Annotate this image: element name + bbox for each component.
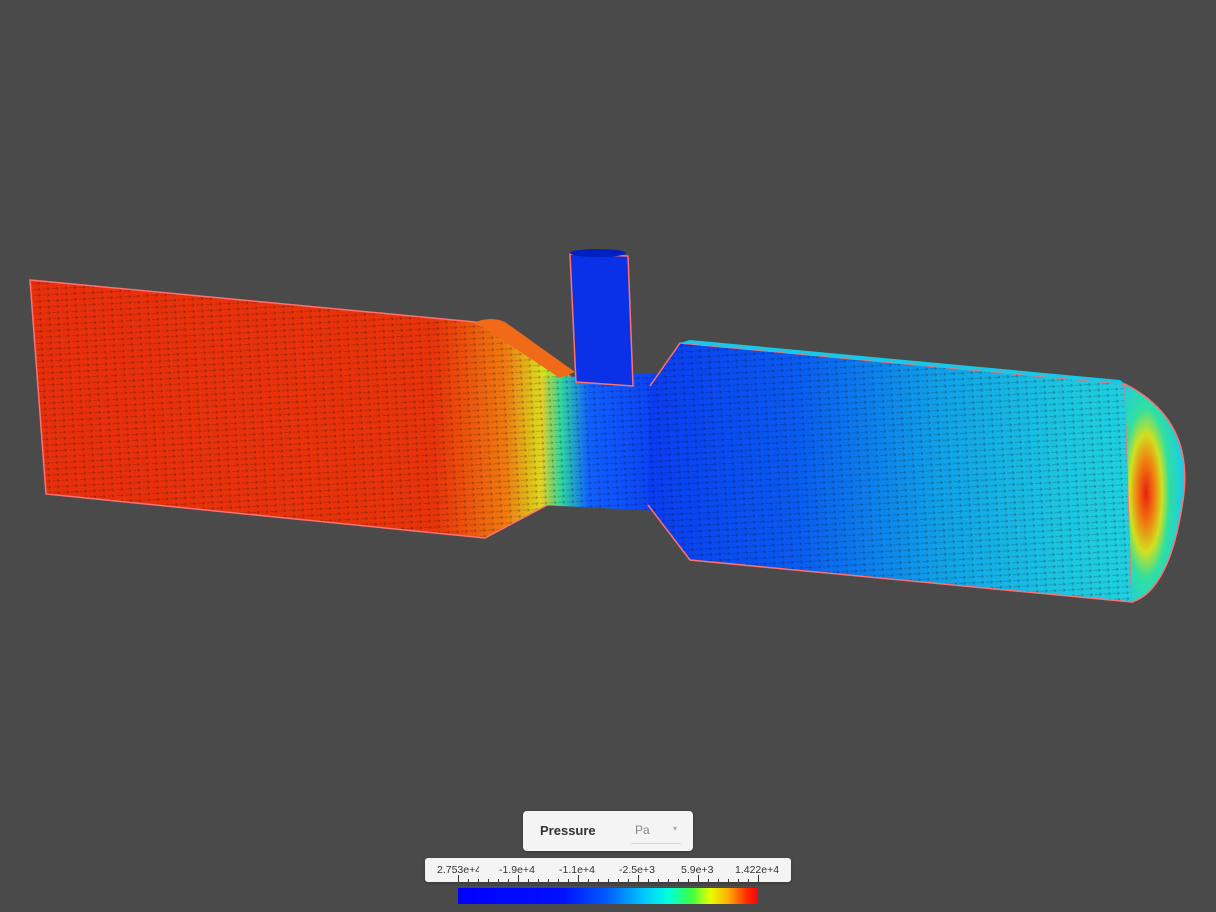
colorbar-tick-mark [508, 879, 509, 882]
colorbar-tick-mark [538, 879, 539, 882]
colorbar-tick-mark [458, 875, 459, 882]
3d-viewport[interactable] [0, 0, 1216, 912]
tick-label: -2.5e+3 [619, 864, 655, 876]
unit-value: Pa [635, 823, 650, 837]
colorbar-tick-mark [668, 879, 669, 882]
colorbar-tick-mark [648, 879, 649, 882]
colorbar-tick-mark [478, 879, 479, 882]
chevron-down-icon: ▾ [672, 824, 677, 833]
side-branch-pipe [569, 249, 634, 387]
outlet-section [647, 340, 1133, 603]
colorbar-tick-mark [498, 879, 499, 882]
tick-label: -1.9e+4 [499, 864, 535, 876]
colorbar-tick-mark [718, 879, 719, 882]
colorbar-tick-mark [558, 879, 559, 882]
colorbar-tick-mark [488, 879, 489, 882]
colorbar-tick-mark [578, 875, 579, 882]
colorbar-tick-mark [758, 875, 759, 882]
legend-panel: Pressure Pa ▾ [523, 811, 693, 851]
colorbar-tick-mark [468, 879, 469, 882]
colorbar-tick-mark [548, 879, 549, 882]
inlet-section [29, 279, 575, 539]
colorbar-tick-mark [568, 879, 569, 882]
colorbar-tick-mark [698, 875, 699, 882]
colorbar-tick-labels: 2.753e+4 -1.9e+4 -1.1e+4 -2.5e+3 5.9e+3 … [425, 858, 791, 882]
colorbar-tick-mark [678, 879, 679, 882]
colorbar-tick-mark [728, 879, 729, 882]
colorbar-tick-mark [748, 879, 749, 882]
colorbar-tick-mark [628, 879, 629, 882]
outlet-end-cap [1124, 383, 1186, 603]
colorbar-tick-mark [518, 875, 519, 882]
colorbar-tick-mark [618, 879, 619, 882]
colorbar-tick-mark [658, 879, 659, 882]
unit-select[interactable]: Pa ▾ [631, 818, 681, 844]
colorbar-tick-mark [708, 879, 709, 882]
legend-title: Pressure [540, 823, 596, 838]
colorbar-tick-mark [738, 879, 739, 882]
tick-label: -1.1e+4 [559, 864, 595, 876]
colorbar-tick-mark [598, 879, 599, 882]
colorbar-tick-mark [688, 879, 689, 882]
colorbar-tick-mark [608, 879, 609, 882]
colorbar-tick-mark [528, 879, 529, 882]
colorbar-tick-mark [638, 875, 639, 882]
colorbar [458, 888, 758, 904]
colorbar-tick-mark [588, 879, 589, 882]
